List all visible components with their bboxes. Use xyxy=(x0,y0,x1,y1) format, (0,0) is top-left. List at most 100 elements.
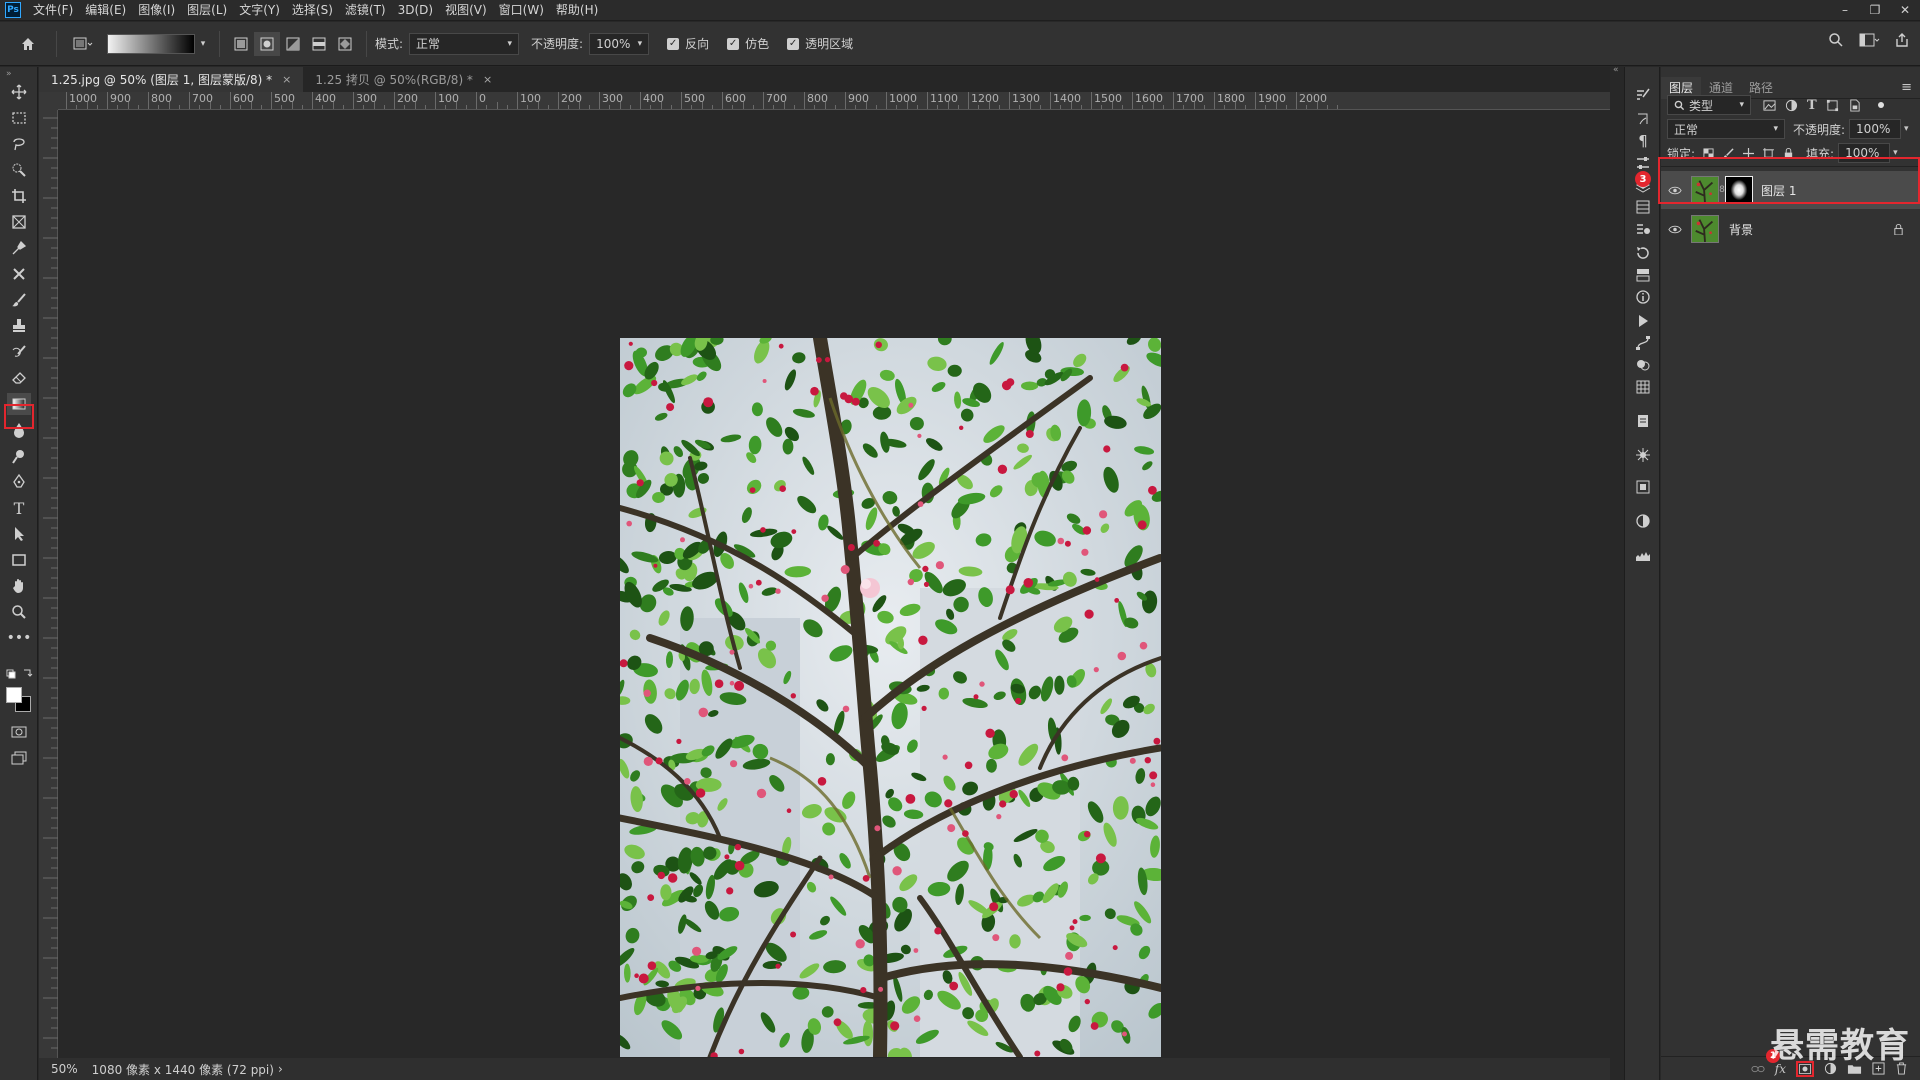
menu-item[interactable]: 文字(Y) xyxy=(233,0,286,21)
color-icon[interactable] xyxy=(1633,355,1653,375)
libraries-icon[interactable] xyxy=(1633,477,1653,497)
swatches-icon[interactable] xyxy=(1633,377,1653,397)
screen-mode-icon[interactable] xyxy=(7,747,31,769)
mode-dropdown[interactable]: 正常 ▾ xyxy=(409,32,520,55)
info-icon[interactable] xyxy=(1633,287,1653,307)
menu-item[interactable]: 文件(F) xyxy=(27,0,79,21)
move-tool-icon[interactable] xyxy=(7,81,31,103)
healing-brush-tool-icon[interactable] xyxy=(7,263,31,285)
home-icon[interactable] xyxy=(8,32,48,56)
filter-type-dropdown[interactable]: 类型 ▾ xyxy=(1667,95,1751,115)
visibility-eye-icon[interactable] xyxy=(1661,225,1689,234)
layer-thumbnail[interactable] xyxy=(1691,215,1719,243)
layer-opacity-input[interactable]: 100% xyxy=(1849,119,1902,139)
menu-item[interactable]: 滤镜(T) xyxy=(339,0,392,21)
rectangle-tool-icon[interactable] xyxy=(7,549,31,571)
menu-item[interactable]: 帮助(H) xyxy=(550,0,604,21)
type-tool-icon[interactable]: T xyxy=(7,497,31,519)
chevron-down-icon[interactable]: ▾ xyxy=(195,32,211,56)
collapse-icon[interactable]: « xyxy=(1613,65,1619,75)
transparency-checkbox[interactable]: ✓ 透明区域 xyxy=(787,35,853,52)
properties-icon[interactable] xyxy=(1633,219,1653,239)
zoom-tool-icon[interactable] xyxy=(7,601,31,623)
gradient-picker[interactable] xyxy=(107,33,195,54)
vertical-ruler[interactable] xyxy=(39,110,58,1058)
paths-icon[interactable] xyxy=(1633,333,1653,353)
adjustment-layer-filter-icon[interactable] xyxy=(1785,99,1798,112)
frame-tool-icon[interactable] xyxy=(7,211,31,233)
hand-tool-icon[interactable] xyxy=(7,575,31,597)
restore-icon[interactable]: ❐ xyxy=(1860,0,1890,21)
menu-item[interactable]: 3D(D) xyxy=(392,0,439,21)
channels-icon[interactable] xyxy=(1633,197,1653,217)
zoom-level[interactable]: 50% xyxy=(51,1062,78,1076)
opacity-input[interactable]: 100% ▾ xyxy=(589,32,650,55)
minimize-icon[interactable]: – xyxy=(1830,0,1860,21)
eyedropper-tool-icon[interactable] xyxy=(7,237,31,259)
quick-mask-icon[interactable] xyxy=(7,721,31,743)
link-layers-icon[interactable] xyxy=(1751,1064,1765,1074)
brush-settings-icon[interactable] xyxy=(1633,85,1653,105)
quick-select-tool-icon[interactable] xyxy=(7,159,31,181)
canvas-area[interactable] xyxy=(59,111,1610,1058)
reverse-checkbox[interactable]: ✓ 反向 xyxy=(667,35,709,52)
type-layer-filter-icon[interactable]: T xyxy=(1807,98,1817,113)
tab-document-1[interactable]: 1.25.jpg @ 50% (图层 1, 图层蒙版/8) * × xyxy=(39,67,304,92)
tool-preset-picker[interactable] xyxy=(65,32,101,56)
close-icon[interactable]: ✕ xyxy=(1890,0,1920,21)
menu-item[interactable]: 图层(L) xyxy=(181,0,233,21)
gradients-icon[interactable] xyxy=(1633,511,1653,531)
notes-icon[interactable] xyxy=(1633,411,1653,431)
brushes-icon[interactable] xyxy=(1633,109,1653,129)
dither-checkbox[interactable]: ✓ 仿色 xyxy=(727,35,769,52)
layer-row-background[interactable]: 背景 xyxy=(1661,210,1920,248)
ruler-origin[interactable] xyxy=(39,92,58,110)
workspace-icon[interactable] xyxy=(1858,32,1880,48)
linear-gradient-icon[interactable] xyxy=(228,32,254,56)
more-tools-icon[interactable]: ••• xyxy=(7,627,32,649)
filter-toggle-icon[interactable] xyxy=(1877,102,1884,108)
status-menu-arrow-icon[interactable]: › xyxy=(278,1062,283,1076)
share-icon[interactable] xyxy=(1894,32,1910,48)
pixel-layer-filter-icon[interactable] xyxy=(1763,99,1776,112)
color-swatches[interactable] xyxy=(6,687,32,713)
marquee-tool-icon[interactable] xyxy=(7,107,31,129)
close-icon[interactable]: × xyxy=(282,73,291,86)
dodge-tool-icon[interactable] xyxy=(7,445,31,467)
path-selection-tool-icon[interactable] xyxy=(7,523,31,545)
document-image[interactable] xyxy=(620,338,1161,1057)
close-icon[interactable]: × xyxy=(483,73,492,86)
pen-tool-icon[interactable] xyxy=(7,471,31,493)
brush-tool-icon[interactable] xyxy=(7,289,31,311)
history-brush-tool-icon[interactable] xyxy=(7,341,31,363)
search-icon[interactable] xyxy=(1828,32,1844,48)
shape-layer-filter-icon[interactable] xyxy=(1826,99,1839,112)
history-icon[interactable] xyxy=(1633,243,1653,263)
crop-tool-icon[interactable] xyxy=(7,185,31,207)
smart-object-filter-icon[interactable] xyxy=(1848,98,1861,112)
paragraph-icon[interactable]: ¶ xyxy=(1633,131,1653,151)
horizontal-ruler[interactable]: 1000 900 800 700 600 500 400 300 200 100 0 100 200 30… xyxy=(58,92,1610,110)
clone-stamp-tool-icon[interactable] xyxy=(7,315,31,337)
tab-document-2[interactable]: 1.25 拷贝 @ 50%(RGB/8) * × xyxy=(303,67,504,92)
3d-icon[interactable] xyxy=(1633,445,1653,465)
diamond-gradient-icon[interactable] xyxy=(332,32,358,56)
menu-item[interactable]: 编辑(E) xyxy=(79,0,132,21)
histogram-icon[interactable] xyxy=(1633,545,1653,565)
lasso-tool-icon[interactable] xyxy=(7,133,31,155)
blend-mode-dropdown[interactable]: 正常 ▾ xyxy=(1667,119,1785,139)
menu-item[interactable]: 窗口(W) xyxy=(493,0,550,21)
menu-item[interactable]: 视图(V) xyxy=(439,0,493,21)
menu-item[interactable]: 选择(S) xyxy=(286,0,339,21)
eraser-tool-icon[interactable] xyxy=(7,367,31,389)
chevron-down-icon[interactable]: ▾ xyxy=(1904,124,1909,134)
menu-item[interactable]: 图像(I) xyxy=(132,0,181,21)
angle-gradient-icon[interactable] xyxy=(280,32,306,56)
swap-colors-icon[interactable] xyxy=(6,667,34,683)
actions-play-icon[interactable] xyxy=(1633,311,1653,331)
foreground-color-swatch[interactable] xyxy=(6,687,22,703)
collapse-icon[interactable]: » xyxy=(6,69,12,79)
layer-name[interactable]: 背景 xyxy=(1729,221,1753,238)
adjustments-icon[interactable] xyxy=(1633,153,1653,173)
radial-gradient-icon[interactable] xyxy=(254,31,280,56)
